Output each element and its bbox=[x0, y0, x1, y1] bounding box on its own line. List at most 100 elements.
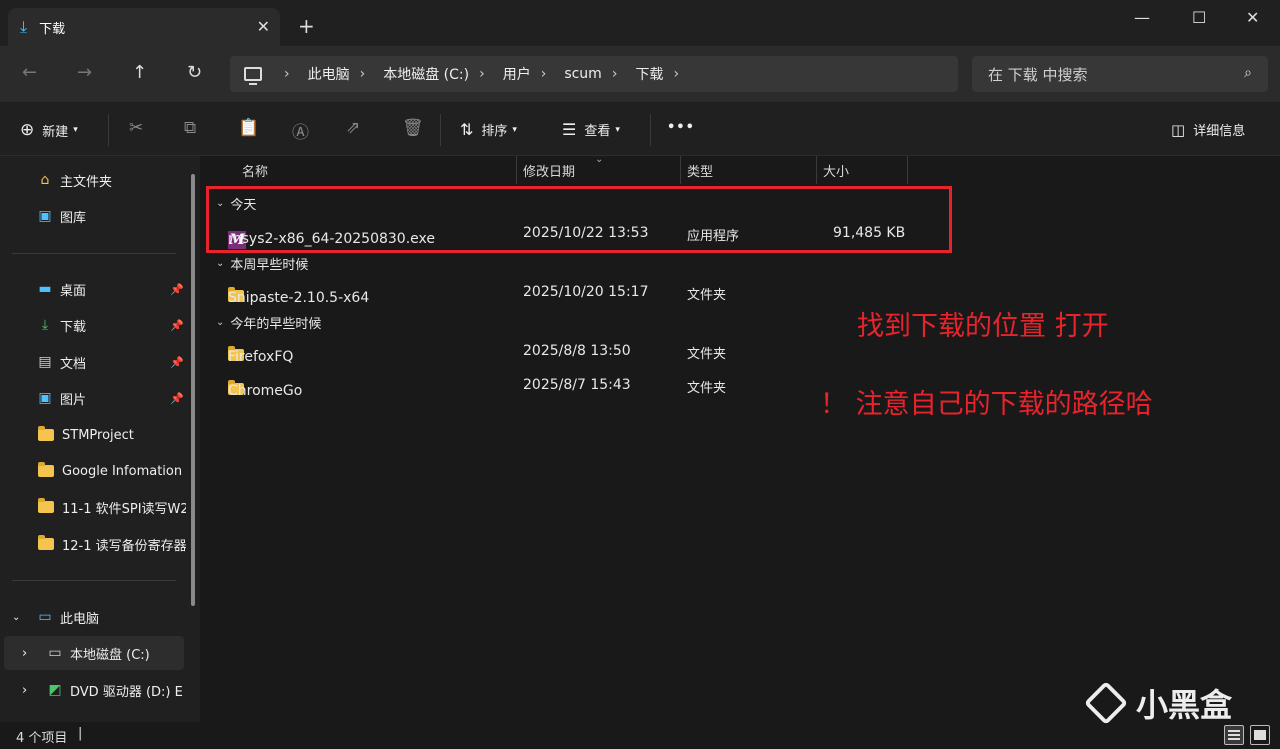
share-icon[interactable]: ⇗ bbox=[346, 118, 360, 138]
chevron-right-icon[interactable]: › bbox=[360, 66, 366, 82]
drive-icon: ▭ bbox=[48, 645, 62, 661]
group-header-earlier-this-year[interactable]: ⌄ 今年的早些时候 bbox=[216, 313, 321, 332]
plus-circle-icon: ⊕ bbox=[20, 120, 35, 140]
desktop-icon: ▬ bbox=[38, 281, 52, 297]
sidebar-item-dvd-drive[interactable]: › ◩ DVD 驱动器 (D:) E bbox=[22, 673, 184, 707]
new-button[interactable]: ⊕ 新建 ▾ bbox=[20, 120, 78, 140]
group-label: 今年的早些时候 bbox=[230, 317, 322, 332]
view-button[interactable]: ☰ 查看 ▾ bbox=[562, 120, 620, 139]
sidebar-item-downloads[interactable]: ⤓ 下载 📌 bbox=[36, 308, 188, 342]
chevron-right-icon[interactable]: › bbox=[673, 66, 679, 82]
sidebar-item-home[interactable]: ⌂ 主文件夹 bbox=[36, 163, 216, 197]
breadcrumb-local-disk[interactable]: 本地磁盘 (C:) bbox=[383, 64, 469, 84]
computer-icon bbox=[244, 67, 262, 85]
view-list-icon: ☰ bbox=[562, 120, 577, 139]
rename-icon[interactable]: Ⓐ bbox=[292, 118, 309, 143]
chevron-right-icon[interactable]: › bbox=[541, 66, 547, 82]
item-count: 4 个项目 bbox=[16, 731, 68, 746]
breadcrumb-downloads[interactable]: 下载 bbox=[635, 64, 663, 84]
file-row-firefoxfq[interactable]: FirefoxFQ 2025/8/8 13:50 文件夹 bbox=[206, 337, 966, 367]
command-bar: ⊕ 新建 ▾ ✂ ⧉ 📋 Ⓐ ⇗ 🗑 ⇅ 排序 ▾ ☰ 查看 ▾ ••• ◫ 详… bbox=[0, 102, 1280, 156]
chevron-down-icon: ▾ bbox=[73, 125, 78, 135]
chevron-right-icon[interactable]: › bbox=[22, 683, 34, 698]
close-window-button[interactable]: ✕ bbox=[1246, 8, 1259, 27]
sidebar-item-label: STMProject bbox=[62, 427, 134, 443]
sidebar-item-label: 11-1 软件SPI读写W25Q64 bbox=[62, 501, 186, 517]
title-bar: ⤓ 下载 ✕ + — ☐ ✕ bbox=[0, 0, 1280, 46]
pin-icon[interactable]: 📌 bbox=[170, 356, 184, 369]
folder-icon bbox=[38, 535, 54, 550]
file-modified: 2025/10/20 15:17 bbox=[523, 284, 649, 300]
forward-button[interactable]: → bbox=[77, 62, 92, 83]
search-icon[interactable]: ⌕ bbox=[1244, 65, 1252, 81]
document-icon: ▤ bbox=[38, 354, 52, 370]
column-header-type[interactable]: 类型 bbox=[681, 156, 817, 184]
status-divider: | bbox=[78, 726, 83, 741]
delete-icon[interactable]: 🗑 bbox=[402, 118, 424, 138]
tiles-view-button[interactable] bbox=[1250, 725, 1270, 745]
column-header-size[interactable]: 大小 bbox=[817, 156, 908, 184]
navigation-bar: ← → ↑ ↻ › 此电脑 › 本地磁盘 (C:) › 用户 › scum › … bbox=[0, 46, 1280, 102]
sidebar-item-spi-folder[interactable]: 11-1 软件SPI读写W25Q64 bbox=[38, 490, 186, 524]
sidebar-item-local-disk-c[interactable]: › ▭ 本地磁盘 (C:) bbox=[4, 636, 184, 670]
chevron-right-icon[interactable]: › bbox=[22, 646, 34, 661]
details-view-button[interactable] bbox=[1224, 725, 1244, 745]
xiaoheihe-logo-icon bbox=[1083, 680, 1129, 726]
file-row-snipaste[interactable]: Snipaste-2.10.5-x64 2025/10/20 15:17 文件夹 bbox=[206, 278, 966, 308]
sort-icon: ⇅ bbox=[460, 120, 474, 139]
sidebar-item-label: 桌面 bbox=[60, 283, 87, 299]
sidebar-item-this-pc[interactable]: ⌄ ▭ 此电脑 bbox=[12, 600, 192, 634]
breadcrumb-this-pc[interactable]: 此电脑 bbox=[308, 64, 350, 84]
chevron-right-icon[interactable]: › bbox=[284, 66, 290, 82]
chevron-down-icon[interactable]: ⌄ bbox=[12, 612, 28, 623]
tab-downloads[interactable]: ⤓ 下载 ✕ bbox=[8, 8, 280, 46]
toolbar-divider bbox=[440, 114, 441, 146]
file-name: FirefoxFQ bbox=[228, 349, 294, 365]
back-button[interactable]: ← bbox=[22, 62, 37, 83]
annotation-open-location: 找到下载的位置 打开 bbox=[857, 311, 1109, 342]
pin-icon[interactable]: 📌 bbox=[170, 283, 184, 296]
chevron-down-icon: ▾ bbox=[615, 124, 620, 135]
file-name: ChromeGo bbox=[228, 383, 303, 399]
paste-icon[interactable]: 📋 bbox=[238, 118, 259, 138]
navigation-pane: ⌂ 主文件夹 ▣ 图库 ▬ 桌面 📌 ⤓ 下载 📌 ▤ 文档 📌 ▣ 图片 📌 … bbox=[0, 156, 200, 722]
sidebar-item-desktop[interactable]: ▬ 桌面 📌 bbox=[36, 272, 188, 306]
close-tab-icon[interactable]: ✕ bbox=[257, 17, 270, 36]
chevron-right-icon[interactable]: › bbox=[479, 66, 485, 82]
more-options-button[interactable]: ••• bbox=[667, 120, 695, 135]
chevron-right-icon[interactable]: › bbox=[612, 66, 618, 82]
up-button[interactable]: ↑ bbox=[132, 62, 147, 83]
sidebar-divider bbox=[12, 253, 176, 254]
sidebar-item-documents[interactable]: ▤ 文档 📌 bbox=[36, 345, 188, 379]
file-modified: 2025/8/7 15:43 bbox=[523, 377, 631, 393]
sidebar-item-label: 本地磁盘 (C:) bbox=[70, 647, 150, 663]
sort-button[interactable]: ⇅ 排序 ▾ bbox=[460, 120, 517, 139]
group-header-earlier-this-week[interactable]: ⌄ 本周早些时候 bbox=[216, 254, 308, 273]
details-pane-button[interactable]: ◫ 详细信息 bbox=[1171, 120, 1246, 140]
details-label: 详细信息 bbox=[1193, 124, 1246, 139]
file-name: Snipaste-2.10.5-x64 bbox=[228, 290, 370, 306]
column-header-name[interactable]: 名称 bbox=[236, 156, 517, 184]
minimize-button[interactable]: — bbox=[1134, 8, 1150, 27]
sidebar-item-stmproject[interactable]: STMProject bbox=[38, 418, 186, 452]
copy-icon[interactable]: ⧉ bbox=[184, 118, 196, 138]
download-icon: ⤓ bbox=[20, 17, 28, 36]
breadcrumb-users[interactable]: 用户 bbox=[503, 64, 531, 84]
sidebar-item-pictures[interactable]: ▣ 图片 📌 bbox=[36, 381, 188, 415]
new-tab-button[interactable]: + bbox=[298, 16, 315, 36]
maximize-button[interactable]: ☐ bbox=[1192, 8, 1206, 27]
sidebar-item-label: 12-1 读写备份寄存器 bbox=[62, 538, 186, 554]
refresh-button[interactable]: ↻ bbox=[187, 62, 202, 83]
address-bar[interactable]: › 此电脑 › 本地磁盘 (C:) › 用户 › scum › 下载 › bbox=[230, 56, 958, 92]
status-bar: 4 个项目 | bbox=[0, 722, 1280, 749]
cut-icon[interactable]: ✂ bbox=[129, 118, 143, 138]
sidebar-item-backup-register-folder[interactable]: 12-1 读写备份寄存器 bbox=[38, 527, 186, 561]
search-input[interactable]: 在 下载 中搜索 ⌕ bbox=[972, 56, 1268, 92]
breadcrumb-scum[interactable]: scum bbox=[564, 66, 602, 82]
sidebar-item-google-infomation[interactable]: Google Infomation bbox=[38, 454, 186, 488]
sidebar-item-gallery[interactable]: ▣ 图库 bbox=[36, 199, 216, 233]
sidebar-scrollbar[interactable] bbox=[191, 174, 195, 606]
pin-icon[interactable]: 📌 bbox=[170, 319, 184, 332]
pin-icon[interactable]: 📌 bbox=[170, 392, 184, 405]
column-header-modified[interactable]: 修改日期 bbox=[517, 156, 681, 184]
